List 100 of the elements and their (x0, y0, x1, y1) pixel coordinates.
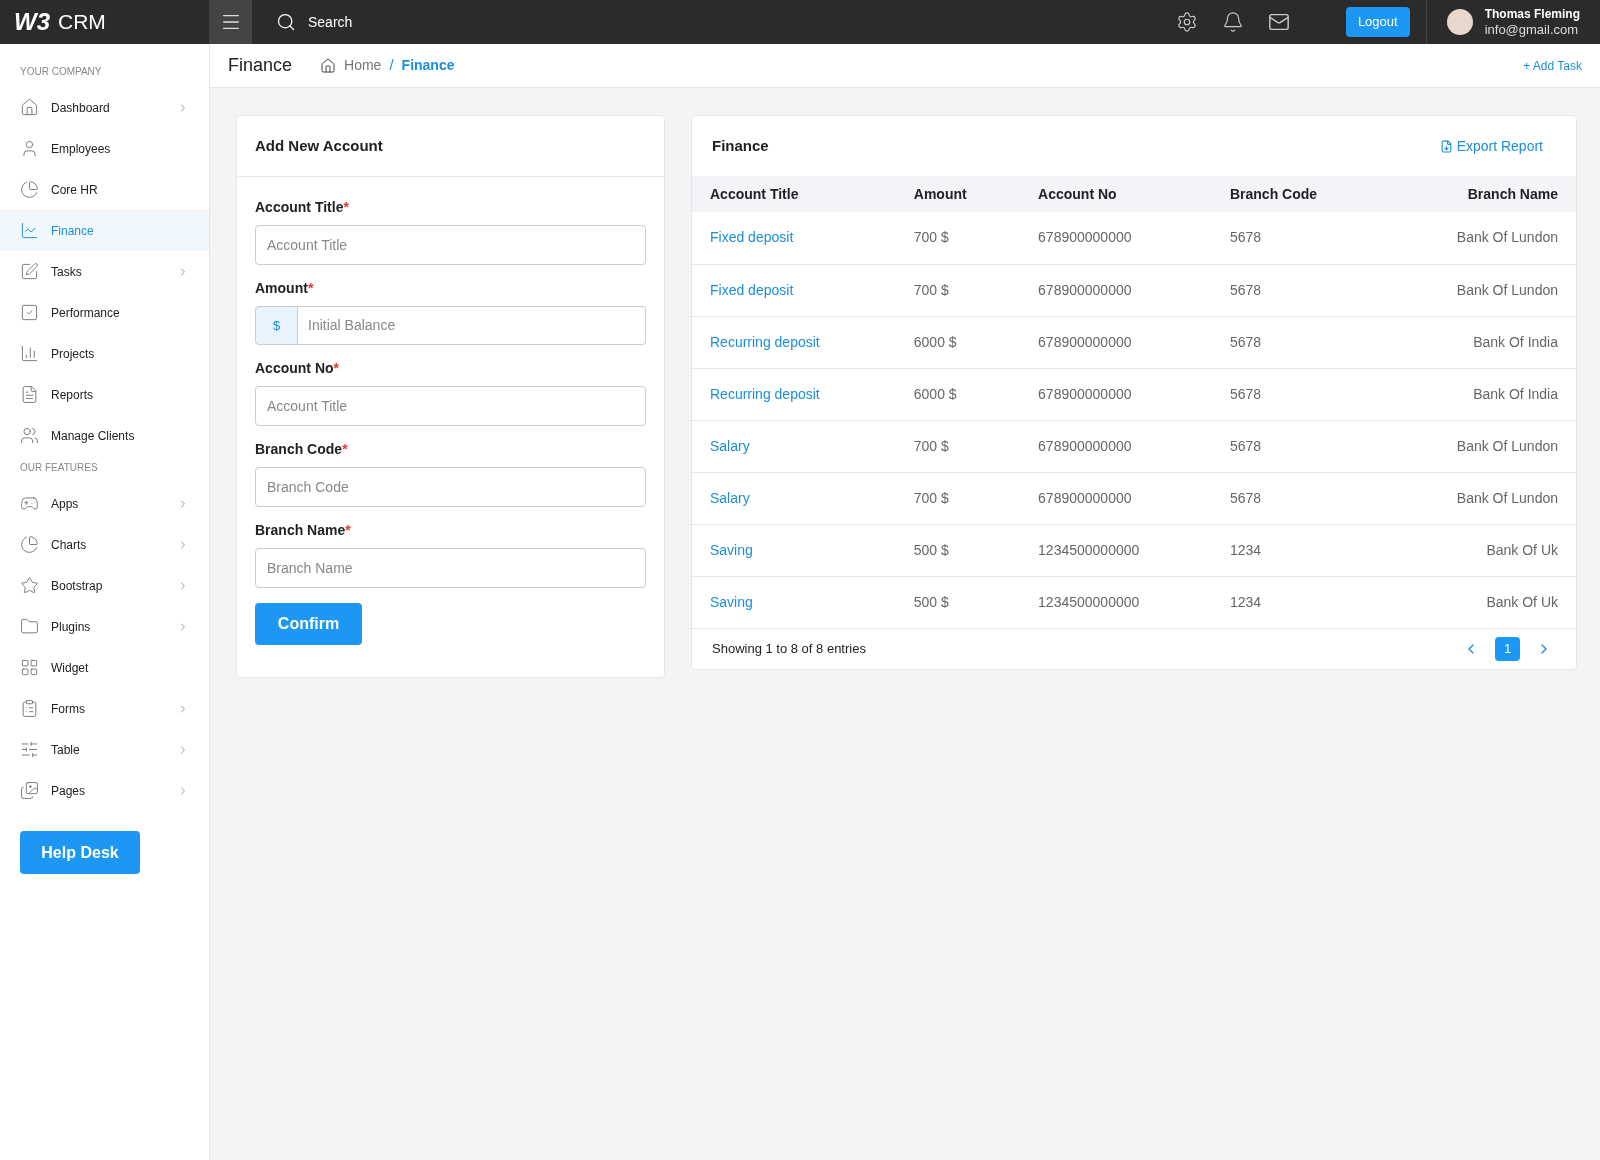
house-icon (20, 98, 39, 117)
column-header: Account Title (692, 176, 896, 212)
table-cell: 5678 (1211, 368, 1385, 420)
people-icon (20, 426, 39, 445)
images-icon (20, 781, 39, 800)
sidebar-item[interactable]: Projects (0, 333, 209, 374)
field-label: Account Title (255, 198, 344, 217)
field-label: Amount (255, 279, 308, 298)
column-header: Branch Name (1384, 176, 1576, 212)
user-email: info@gmail.com (1484, 22, 1580, 37)
account-link[interactable]: Recurring deposit (692, 316, 896, 368)
logo-text: CRM (58, 9, 106, 36)
list-icon (20, 699, 39, 718)
field-label: Branch Name (255, 521, 346, 540)
table-cell: Bank Of Lundon (1384, 420, 1576, 472)
sidebar-item[interactable]: Employees (0, 128, 209, 169)
pencil-icon (20, 262, 39, 281)
table-cell: 6000 $ (895, 316, 1021, 368)
section-heading: OUR FEATURES (19, 461, 99, 475)
table-cell: 678900000000 (1020, 368, 1212, 420)
input-field[interactable]: Account Title (255, 386, 646, 426)
amount-field[interactable]: Initial Balance (298, 306, 646, 345)
sidebar-item[interactable]: Performance (0, 292, 209, 333)
account-link[interactable]: Salary (692, 472, 896, 524)
card-title: Finance (712, 135, 770, 156)
table-cell: 678900000000 (1020, 316, 1212, 368)
avatar[interactable] (1446, 9, 1473, 35)
breadcrumb-link[interactable]: Home (344, 55, 382, 76)
required-mark: * (307, 279, 314, 298)
line-chart-icon (20, 221, 39, 240)
table-cell: 1234500000000 (1020, 576, 1212, 628)
sidebar-item[interactable]: Apps (0, 483, 209, 524)
logo-mark: W3 (14, 7, 50, 37)
document-icon (20, 385, 39, 404)
add-task-link[interactable]: + Add Task (1523, 56, 1582, 75)
account-link[interactable]: Saving (692, 524, 896, 576)
section-heading: YOUR COMPANY (19, 65, 103, 79)
sidebar-item[interactable]: Bootstrap (0, 565, 209, 606)
house-icon (320, 57, 337, 74)
table-cell: 1234500000000 (1020, 524, 1212, 576)
account-link[interactable]: Saving (692, 576, 896, 628)
required-mark: * (343, 198, 349, 217)
table-cell: 700 $ (895, 472, 1021, 524)
sidebar-item[interactable]: Reports (0, 374, 209, 415)
account-link[interactable]: Recurring deposit (692, 368, 896, 420)
sidebar-item[interactable]: Core HR (0, 169, 209, 210)
table-cell: Bank Of Uk (1384, 524, 1576, 576)
gamepad-icon (20, 494, 39, 513)
column-header: Account No (1020, 176, 1212, 212)
table-cell: Bank Of Uk (1384, 576, 1576, 628)
settings-icon[interactable] (1175, 11, 1198, 33)
card-title: Add New Account (255, 135, 383, 156)
table-cell: 5678 (1211, 316, 1385, 368)
sidebar-item[interactable]: Forms (0, 688, 209, 729)
account-link[interactable]: Fixed deposit (692, 264, 896, 316)
table-cell: 6000 $ (895, 368, 1021, 420)
menu-button[interactable] (209, 0, 252, 44)
table-cell: Bank Of Lundon (1384, 472, 1576, 524)
table-cell: 5678 (1211, 420, 1385, 472)
entries-summary: Showing 1 to 8 of 8 entries (712, 639, 867, 658)
table-cell: Bank Of Lundon (1384, 212, 1576, 264)
table-cell: 5678 (1211, 264, 1385, 316)
input-field[interactable]: Account Title (255, 225, 646, 265)
search-icon (276, 12, 296, 32)
table-cell: 700 $ (895, 420, 1021, 472)
table-cell: 700 $ (895, 264, 1021, 316)
table-cell: 5678 (1211, 212, 1385, 264)
sidebar-item[interactable]: Plugins (0, 606, 209, 647)
search-button[interactable]: Search (276, 11, 353, 33)
mail-icon[interactable] (1267, 11, 1290, 33)
sidebar-item[interactable]: Dashboard (0, 87, 209, 128)
bell-icon[interactable] (1221, 11, 1244, 33)
table-cell: 678900000000 (1020, 264, 1212, 316)
pie-chart-icon (20, 180, 39, 199)
column-header: Branch Code (1211, 176, 1385, 212)
input-field[interactable]: Branch Code (255, 467, 646, 507)
sidebar-item[interactable]: Pages (0, 770, 209, 811)
sidebar-item[interactable]: Tasks (0, 251, 209, 292)
input-field[interactable]: Branch Name (255, 548, 646, 588)
table-cell: Bank Of India (1384, 368, 1576, 420)
table-cell: 5678 (1211, 472, 1385, 524)
export-report-link[interactable]: Export Report (1456, 135, 1543, 157)
account-link[interactable]: Salary (692, 420, 896, 472)
person-icon (20, 139, 39, 158)
account-link[interactable]: Fixed deposit (692, 212, 896, 264)
folder-icon (20, 617, 39, 636)
table-cell: 678900000000 (1020, 420, 1212, 472)
breadcrumb-separator: / (389, 55, 394, 76)
sidebar-item[interactable]: Table (0, 729, 209, 770)
table-cell: Bank Of Lundon (1384, 264, 1576, 316)
currency-prefix: $ (255, 306, 298, 345)
star-icon (20, 576, 39, 595)
breadcrumb-link[interactable]: Finance (401, 55, 455, 76)
sidebar-item[interactable]: Manage Clients (0, 415, 209, 456)
bar-chart-icon (20, 344, 39, 363)
sidebar-item[interactable]: Widget (0, 647, 209, 688)
table-cell: Bank Of India (1384, 316, 1576, 368)
sidebar-item[interactable]: Charts (0, 524, 209, 565)
table-cell: 1234 (1211, 576, 1385, 628)
pie-chart-icon (20, 535, 39, 554)
